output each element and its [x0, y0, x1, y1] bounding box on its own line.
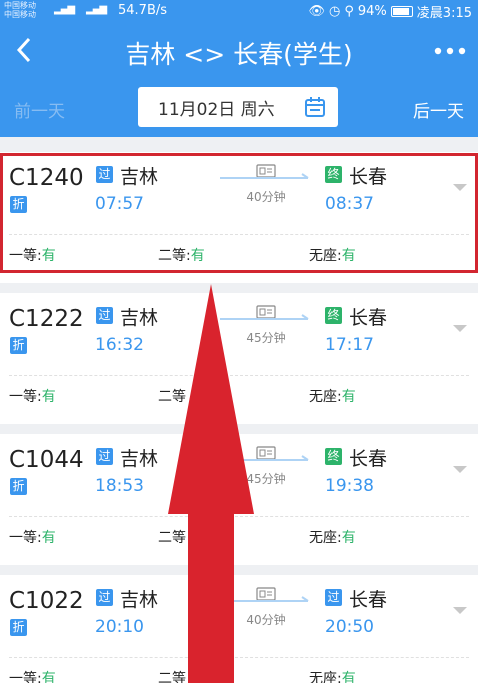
departure-time: 07:57	[95, 194, 144, 214]
chevron-down-icon[interactable]	[452, 183, 468, 193]
calendar-icon	[305, 97, 325, 117]
from-station: 吉林	[120, 589, 159, 611]
chevron-down-icon[interactable]	[452, 465, 468, 475]
seat-first-class: 一等:有	[9, 671, 56, 683]
route-arrow-icon	[220, 173, 309, 179]
back-arrow-icon	[16, 37, 31, 63]
clock: 凌晨3:15	[416, 6, 472, 21]
discount-badge: 折	[10, 478, 27, 495]
discount-badge: 折	[10, 619, 27, 636]
chevron-down-icon[interactable]	[452, 606, 468, 616]
carrier-2: 中国移动	[4, 10, 36, 19]
seat-no-seat: 无座:有	[309, 530, 356, 546]
from-station: 吉林	[120, 448, 159, 470]
seat-no-seat: 无座:有	[309, 389, 356, 405]
discount-badge: 折	[10, 337, 27, 354]
to-station: 长春	[349, 589, 388, 611]
red-up-arrow-icon	[168, 284, 254, 683]
date-bar: 前一天 11月02日 周六 后一天	[0, 80, 478, 137]
more-button[interactable]	[430, 34, 470, 68]
train-number: C1240	[9, 165, 84, 191]
carrier-1: 中国移动	[4, 1, 36, 10]
eye-icon: 👁	[308, 4, 326, 19]
to-station: 长春	[349, 307, 388, 329]
page-title: 吉林 <> 长春(学生)	[125, 40, 353, 69]
pass-through-badge: 过	[96, 166, 113, 183]
battery-percent: 94%	[357, 4, 387, 19]
status-bar: 中国移动 中国移动 ▂▄▆ ▂▄▆ 54.7B/s 👁 ◷ ⚲ 94% 凌晨3:…	[0, 0, 478, 22]
train-number: C1222	[9, 306, 84, 332]
date-picker[interactable]: 11月02日 周六	[138, 87, 338, 127]
arrival-time: 08:37	[325, 194, 374, 214]
arrival-time: 20:50	[325, 617, 374, 637]
net-speed: 54.7B/s	[118, 3, 168, 18]
train-number: C1044	[9, 447, 84, 473]
pass-through-badge: 过	[96, 589, 113, 606]
train-card-c1240[interactable]: C1240 折 过 吉林 07:57 40分钟 终 长春 08:37 一等:有 …	[0, 152, 478, 283]
alarm-icon: ◷	[329, 4, 341, 19]
trip-duration: 40分钟	[246, 190, 286, 204]
arrival-time: 17:17	[325, 335, 374, 355]
departure-time: 18:53	[95, 476, 144, 496]
departure-time: 16:32	[95, 335, 144, 355]
more-dots-icon	[434, 47, 466, 55]
to-station: 长春	[349, 166, 388, 188]
pass-through-badge: 过	[325, 589, 342, 606]
seat-first-class: 一等:有	[9, 530, 56, 546]
date-text: 11月02日 周六	[158, 99, 275, 120]
back-button[interactable]	[6, 30, 42, 70]
pass-through-badge: 过	[96, 448, 113, 465]
seat-second-class: 二等:有	[158, 248, 205, 264]
next-day-button[interactable]: 后一天	[413, 97, 464, 122]
status-right: 👁 ◷ ⚲ 94% 凌晨3:15	[309, 2, 473, 21]
terminal-badge: 终	[325, 166, 342, 183]
divider	[9, 234, 469, 235]
discount-badge: 折	[10, 196, 27, 213]
terminal-badge: 终	[325, 448, 342, 465]
seat-first-class: 一等:有	[9, 248, 56, 264]
carrier-labels: 中国移动 中国移动	[4, 1, 36, 19]
prev-day-button[interactable]: 前一天	[14, 97, 65, 122]
signal-1-icon: ▂▄▆	[54, 4, 75, 15]
to-station: 长春	[349, 448, 388, 470]
chevron-down-icon[interactable]	[452, 324, 468, 334]
from-station: 吉林	[120, 307, 159, 329]
seat-no-seat: 无座:有	[309, 671, 356, 683]
battery-icon	[390, 6, 413, 17]
seat-no-seat: 无座:有	[309, 248, 356, 264]
seat-first-class: 一等:有	[9, 389, 56, 405]
location-icon: ⚲	[344, 4, 354, 19]
arrival-time: 19:38	[325, 476, 374, 496]
terminal-badge: 终	[325, 307, 342, 324]
signal-2-icon: ▂▄▆	[86, 4, 107, 15]
pass-through-badge: 过	[96, 307, 113, 324]
title-bar: 吉林 <> 长春(学生)	[0, 22, 478, 80]
departure-time: 20:10	[95, 617, 144, 637]
train-number: C1022	[9, 588, 84, 614]
from-station: 吉林	[120, 166, 159, 188]
